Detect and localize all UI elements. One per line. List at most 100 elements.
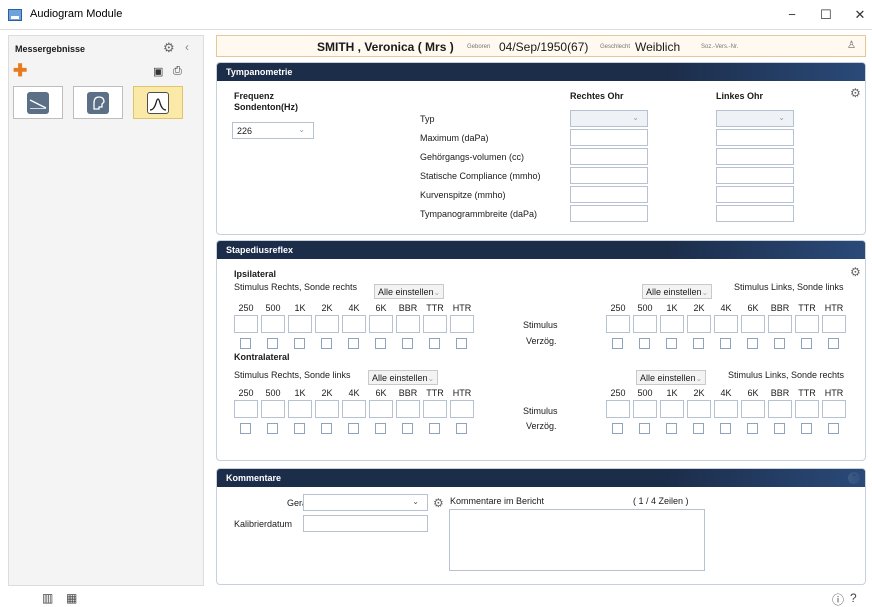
collapse-chevron-icon[interactable]: ‹ (185, 40, 189, 54)
kontra-right-threshold-field[interactable] (315, 400, 339, 418)
speech-test-tile[interactable] (73, 86, 123, 119)
kontra-left-threshold-field[interactable] (795, 400, 819, 418)
device-settings-gear-icon[interactable]: ⚙ (433, 496, 444, 510)
ipsi-left-delay-checkbox[interactable] (774, 338, 785, 349)
kontra-right-threshold-field[interactable] (450, 400, 474, 418)
ipsi-right-set-all-dropdown[interactable]: Alle einstellen⌄ (374, 284, 445, 299)
minimize-button[interactable]: − (774, 4, 810, 26)
add-measurement-icon[interactable]: ✚ (13, 62, 27, 79)
ipsi-left-threshold-field[interactable] (633, 315, 657, 333)
kontra-right-threshold-field[interactable] (342, 400, 366, 418)
kontra-left-delay-checkbox[interactable] (828, 423, 839, 434)
help-icon[interactable]: ? (850, 591, 857, 605)
ipsi-right-delay-checkbox[interactable] (402, 338, 413, 349)
right-width-field[interactable] (570, 205, 648, 222)
right-type-select[interactable]: ⌄ (570, 110, 648, 127)
ipsi-left-delay-checkbox[interactable] (639, 338, 650, 349)
left-peak-field[interactable] (716, 186, 794, 203)
right-maximum-field[interactable] (570, 129, 648, 146)
right-peak-field[interactable] (570, 186, 648, 203)
kontra-left-delay-checkbox[interactable] (639, 423, 650, 434)
ipsi-left-threshold-field[interactable] (822, 315, 846, 333)
kontra-left-delay-checkbox[interactable] (774, 423, 785, 434)
ipsi-left-delay-checkbox[interactable] (720, 338, 731, 349)
kontra-left-delay-checkbox[interactable] (801, 423, 812, 434)
ipsi-right-threshold-field[interactable] (396, 315, 420, 333)
kontra-left-delay-checkbox[interactable] (747, 423, 758, 434)
kontra-left-threshold-field[interactable] (741, 400, 765, 418)
kontra-left-delay-checkbox[interactable] (720, 423, 731, 434)
ipsi-right-delay-checkbox[interactable] (429, 338, 440, 349)
kontra-right-delay-checkbox[interactable] (294, 423, 305, 434)
ipsi-left-threshold-field[interactable] (714, 315, 738, 333)
save-icon[interactable]: ▣ (153, 65, 163, 78)
ipsi-left-threshold-field[interactable] (795, 315, 819, 333)
collapse-up-icon[interactable]: ⌃ (848, 472, 860, 484)
kontra-left-threshold-field[interactable] (660, 400, 684, 418)
ipsi-right-delay-checkbox[interactable] (294, 338, 305, 349)
ipsi-left-set-all-dropdown[interactable]: Alle einstellen⌄ (642, 284, 713, 299)
ipsi-left-delay-checkbox[interactable] (828, 338, 839, 349)
kontra-left-delay-checkbox[interactable] (693, 423, 704, 434)
patient-profile-icon[interactable]: ♙ (847, 40, 856, 51)
maximize-button[interactable]: ☐ (808, 4, 844, 26)
kontra-left-set-all-dropdown[interactable]: Alle einstellen⌄ (636, 370, 707, 385)
kontra-right-threshold-field[interactable] (261, 400, 285, 418)
ipsi-left-delay-checkbox[interactable] (693, 338, 704, 349)
kontra-left-threshold-field[interactable] (633, 400, 657, 418)
print-icon[interactable]: ⎙ (173, 65, 182, 78)
tymp-settings-gear-icon[interactable]: ⚙ (850, 86, 861, 100)
ipsi-left-threshold-field[interactable] (741, 315, 765, 333)
left-ear-canal-volume-field[interactable] (716, 148, 794, 165)
kontra-right-delay-checkbox[interactable] (321, 423, 332, 434)
split-view-icon[interactable]: ▥ (42, 591, 53, 605)
kontra-left-threshold-field[interactable] (822, 400, 846, 418)
kontra-left-threshold-field[interactable] (687, 400, 711, 418)
grid-view-icon[interactable]: ▦ (66, 591, 77, 605)
ipsi-left-delay-checkbox[interactable] (747, 338, 758, 349)
stap-settings-gear-icon[interactable]: ⚙ (850, 265, 861, 279)
ipsi-left-threshold-field[interactable] (660, 315, 684, 333)
left-maximum-field[interactable] (716, 129, 794, 146)
calibration-date-field[interactable] (303, 515, 428, 532)
ipsi-left-threshold-field[interactable] (687, 315, 711, 333)
kontra-right-delay-checkbox[interactable] (240, 423, 251, 434)
ipsi-right-threshold-field[interactable] (261, 315, 285, 333)
ipsi-left-delay-checkbox[interactable] (666, 338, 677, 349)
ipsi-right-delay-checkbox[interactable] (240, 338, 251, 349)
kontra-right-delay-checkbox[interactable] (402, 423, 413, 434)
kontra-right-delay-checkbox[interactable] (429, 423, 440, 434)
ipsi-right-threshold-field[interactable] (423, 315, 447, 333)
close-button[interactable]: ✕ (842, 4, 872, 26)
tympanogram-tile[interactable] (133, 86, 183, 119)
info-icon[interactable]: ⓘ (832, 591, 844, 607)
left-static-compliance-field[interactable] (716, 167, 794, 184)
settings-gear-icon[interactable]: ⚙ (163, 40, 175, 56)
kontra-right-threshold-field[interactable] (423, 400, 447, 418)
kontra-right-delay-checkbox[interactable] (267, 423, 278, 434)
kontra-left-delay-checkbox[interactable] (666, 423, 677, 434)
ipsi-right-delay-checkbox[interactable] (348, 338, 359, 349)
ipsi-right-delay-checkbox[interactable] (321, 338, 332, 349)
ipsi-right-threshold-field[interactable] (369, 315, 393, 333)
ipsi-right-threshold-field[interactable] (342, 315, 366, 333)
ipsi-right-threshold-field[interactable] (315, 315, 339, 333)
left-width-field[interactable] (716, 205, 794, 222)
ipsi-right-delay-checkbox[interactable] (267, 338, 278, 349)
probe-tone-select[interactable]: 226 ⌄ (232, 122, 314, 139)
ipsi-right-delay-checkbox[interactable] (456, 338, 467, 349)
audiogram-tile[interactable] (13, 86, 63, 119)
ipsi-right-threshold-field[interactable] (450, 315, 474, 333)
ipsi-right-threshold-field[interactable] (288, 315, 312, 333)
device-select[interactable]: ⌄ (303, 494, 428, 511)
kontra-right-delay-checkbox[interactable] (456, 423, 467, 434)
ipsi-left-threshold-field[interactable] (606, 315, 630, 333)
kontra-right-threshold-field[interactable] (234, 400, 258, 418)
kontra-right-set-all-dropdown[interactable]: Alle einstellen⌄ (368, 370, 439, 385)
kontra-left-threshold-field[interactable] (768, 400, 792, 418)
kontra-right-delay-checkbox[interactable] (375, 423, 386, 434)
kontra-right-threshold-field[interactable] (396, 400, 420, 418)
right-static-compliance-field[interactable] (570, 167, 648, 184)
kontra-right-delay-checkbox[interactable] (348, 423, 359, 434)
ipsi-right-threshold-field[interactable] (234, 315, 258, 333)
